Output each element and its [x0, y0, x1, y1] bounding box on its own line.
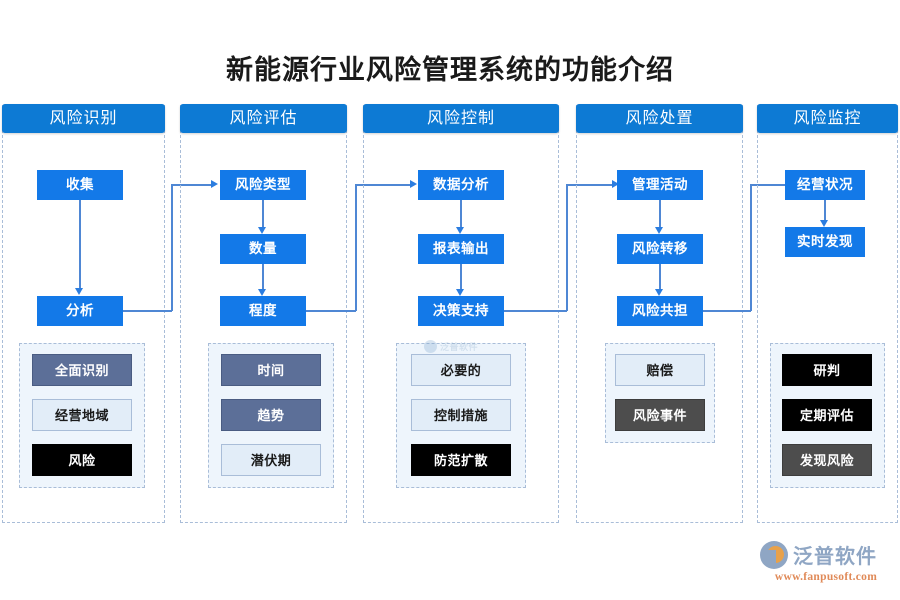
tag-discover-risk[interactable]: 发现风险 [782, 444, 872, 476]
tag-risk[interactable]: 风险 [32, 444, 132, 476]
connector-degree-out-h [306, 310, 356, 312]
flow-box-risk-type[interactable]: 风险类型 [220, 170, 306, 200]
connector-status-to-realtime [824, 200, 826, 220]
flow-box-data-analysis[interactable]: 数据分析 [418, 170, 504, 200]
tag-periodic-assessment[interactable]: 定期评估 [782, 399, 872, 431]
connector-degree-out-v [355, 185, 357, 311]
tag-necessary[interactable]: 必要的 [411, 354, 511, 386]
tag-trend[interactable]: 趋势 [221, 399, 321, 431]
column-header-risk-disposal[interactable]: 风险处置 [576, 104, 743, 133]
tag-prevent-spread[interactable]: 防范扩散 [411, 444, 511, 476]
tag-risk-event[interactable]: 风险事件 [615, 399, 705, 431]
flow-box-realtime-discovery[interactable]: 实时发现 [785, 227, 865, 257]
brand-logo-row: 泛普软件 [760, 540, 892, 569]
tag-comprehensive-identification[interactable]: 全面识别 [32, 354, 132, 386]
flow-box-decision-support[interactable]: 决策支持 [418, 296, 504, 326]
connector-report-to-decision [460, 264, 462, 289]
connector-sharing-out-v [750, 185, 752, 311]
brand-logo-icon [760, 540, 788, 569]
flow-box-risk-transfer[interactable]: 风险转移 [617, 234, 703, 264]
arrowhead-report-to-decision [456, 289, 465, 296]
flow-box-business-status[interactable]: 经营状况 [785, 170, 865, 200]
brand-logo: 泛普软件 www.fanpusoft.com [760, 540, 892, 586]
arrowhead-status-to-realtime [820, 220, 829, 227]
watermark-label: 泛普软件 [440, 341, 479, 352]
arrowhead-mgmt-to-transfer [655, 227, 664, 234]
arrowhead-collect-to-analyze [75, 288, 84, 295]
tag-time[interactable]: 时间 [221, 354, 321, 386]
arrowhead-risktype-to-quantity [258, 227, 267, 234]
column-header-risk-control[interactable]: 风险控制 [363, 104, 559, 133]
watermark-logo-icon [424, 339, 437, 353]
connector-decision-out-v [566, 185, 568, 311]
flow-box-risk-sharing[interactable]: 风险共担 [617, 296, 703, 326]
connector-transfer-to-sharing [659, 264, 661, 289]
tag-business-region[interactable]: 经营地域 [32, 399, 132, 431]
connector-sharing-out-h [703, 310, 751, 312]
column-header-risk-identification[interactable]: 风险识别 [2, 104, 165, 133]
connector-quantity-to-degree [262, 264, 264, 289]
diagram-canvas: 新能源行业风险管理系统的功能介绍 风险识别 收集 分析 全面识别 经营地域 风险… [0, 0, 900, 600]
arrowhead-quantity-to-degree [258, 289, 267, 296]
watermark-small: 泛普软件 [424, 338, 502, 354]
connector-analyze-out-v [171, 185, 173, 311]
flow-box-management-activity[interactable]: 管理活动 [617, 170, 703, 200]
flow-box-report-output[interactable]: 报表输出 [418, 234, 504, 264]
flow-box-analyze[interactable]: 分析 [37, 296, 123, 326]
connector-decision-out-h [504, 310, 567, 312]
connector-risktype-to-quantity [262, 200, 264, 227]
connector-analyze-out-h [123, 310, 172, 312]
flow-box-quantity[interactable]: 数量 [220, 234, 306, 264]
arrowhead-transfer-to-sharing [655, 289, 664, 296]
tag-compensation[interactable]: 赔偿 [615, 354, 705, 386]
column-header-risk-monitoring[interactable]: 风险监控 [757, 104, 898, 133]
tag-judgement[interactable]: 研判 [782, 354, 872, 386]
tag-control-measures[interactable]: 控制措施 [411, 399, 511, 431]
page-title: 新能源行业风险管理系统的功能介绍 [226, 55, 674, 85]
flow-box-degree[interactable]: 程度 [220, 296, 306, 326]
brand-logo-name: 泛普软件 [793, 546, 877, 568]
flow-box-collect[interactable]: 收集 [37, 170, 123, 200]
column-header-risk-assessment[interactable]: 风险评估 [180, 104, 347, 133]
connector-mgmt-to-transfer [659, 200, 661, 227]
tag-latency-period[interactable]: 潜伏期 [221, 444, 321, 476]
arrowhead-dataanalysis-to-report [456, 227, 465, 234]
brand-logo-url: www.fanpusoft.com [774, 571, 878, 583]
connector-dataanalysis-to-report [460, 200, 462, 227]
connector-collect-to-analyze [79, 200, 81, 288]
